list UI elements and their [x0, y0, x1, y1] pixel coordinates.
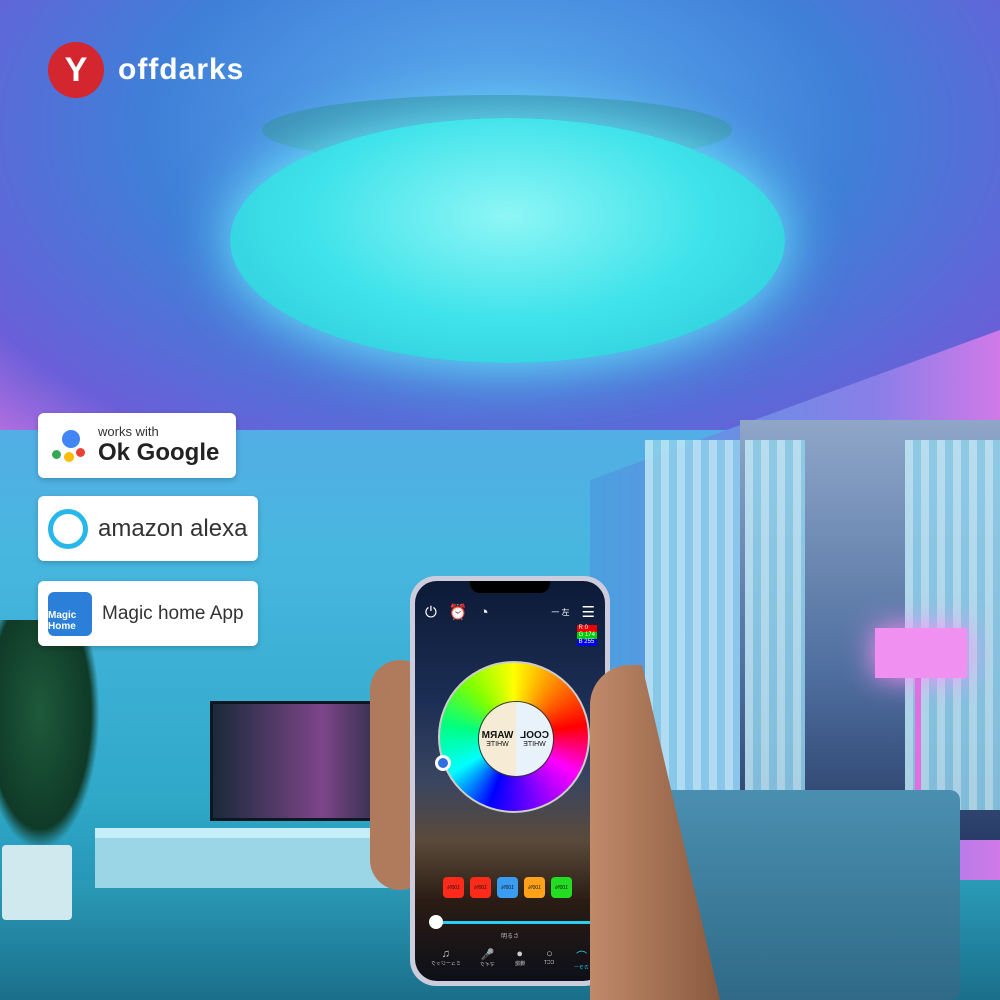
nav-label: カラー [574, 965, 590, 971]
magic-home-badge: Magic Home Magic home App [38, 581, 258, 646]
warm-sub: WHITE [486, 741, 509, 748]
phone-notch [470, 581, 550, 593]
alexa-icon [48, 508, 88, 549]
warm-title: WARM [481, 730, 514, 741]
color-wheel[interactable]: COOL WHITE WARM WHITE [435, 661, 590, 813]
color-preset-3[interactable]: 100% [524, 877, 545, 898]
nav-icon: ● [516, 948, 524, 960]
nav-item-0[interactable]: ♫ ミュージック [431, 948, 461, 971]
magic-home-icon: Magic Home [48, 591, 92, 636]
brand-logo: Y offdarks [48, 42, 244, 98]
color-preset-1[interactable]: 100% [470, 877, 491, 898]
nav-icon: ⌒ [576, 951, 588, 963]
rgb-b: B 255 [576, 639, 597, 646]
nav-label: 機能 [514, 961, 525, 967]
nav-icon: ○ [546, 948, 553, 960]
phone: ⏻ ⏰ ◔ 一 左 ☰ R 0 G 174 B 255 COOL WHITE WA… [410, 576, 610, 986]
menu-icon[interactable]: ☰ [582, 603, 595, 621]
nav-label: CCT [544, 960, 555, 966]
color-preset-2[interactable]: 100% [497, 877, 518, 898]
google-assistant-icon [48, 426, 88, 466]
slider-thumb[interactable] [428, 915, 443, 929]
bottom-nav: ♫ ミュージック 🎤 マイク ● 機能 ○ CCT ⌒ カラー [421, 948, 599, 971]
google-badge-small: works with [98, 424, 159, 439]
logo-icon: Y [48, 42, 104, 98]
curtain [745, 440, 805, 810]
google-badge-big: Ok Google [98, 439, 220, 466]
google-badge: works with Ok Google [38, 413, 236, 478]
cool-title: COOL [520, 730, 549, 741]
rgb-readout: R 0 G 174 B 255 [576, 625, 597, 646]
alexa-badge: amazon alexa [38, 496, 258, 561]
color-preset-0[interactable]: 100% [443, 877, 464, 898]
nav-item-4[interactable]: ⌒ カラー [574, 948, 589, 971]
nav-item-1[interactable]: 🎤 マイク [480, 948, 495, 971]
ceiling-lamp [230, 118, 785, 363]
brightness-slider[interactable] [428, 915, 593, 929]
nav-icon: ♫ [441, 948, 450, 960]
color-picker-handle[interactable] [435, 755, 451, 771]
app-screen: ⏻ ⏰ ◔ 一 左 ☰ R 0 G 174 B 255 COOL WHITE WA… [415, 581, 605, 981]
color-presets: 100% 100% 100% 100% 100% [443, 877, 572, 898]
nav-icon: 🎤 [480, 949, 495, 961]
menu-label[interactable]: 一 左 [551, 607, 569, 618]
magic-home-label: Magic home App [102, 602, 244, 624]
warm-white-button[interactable]: WARM WHITE [479, 702, 516, 776]
nav-item-3[interactable]: ○ CCT [544, 948, 554, 971]
product-scene: Y offdarks works with Ok Google amazon a… [0, 0, 1000, 1000]
timer-icon[interactable]: ◔ [480, 604, 489, 621]
nav-item-2[interactable]: ● 機能 [515, 948, 525, 971]
brand-name: offdarks [118, 53, 245, 86]
nav-label: マイク [480, 962, 496, 968]
brightness-label: 明るさ [500, 934, 519, 940]
power-icon[interactable]: ⏻ [425, 604, 437, 621]
plant-pot [2, 845, 72, 920]
cool-white-button[interactable]: COOL WHITE [516, 702, 553, 776]
floor-lamp [875, 628, 967, 678]
rgb-r: R 0 [576, 625, 597, 632]
alarm-icon[interactable]: ⏰ [449, 603, 468, 621]
alexa-label: amazon alexa [98, 514, 248, 542]
color-preset-4[interactable]: 100% [551, 877, 572, 898]
plant [0, 620, 100, 850]
nav-label: ミュージック [430, 961, 461, 967]
rgb-g: G 174 [576, 632, 597, 639]
cool-sub: WHITE [523, 741, 546, 748]
